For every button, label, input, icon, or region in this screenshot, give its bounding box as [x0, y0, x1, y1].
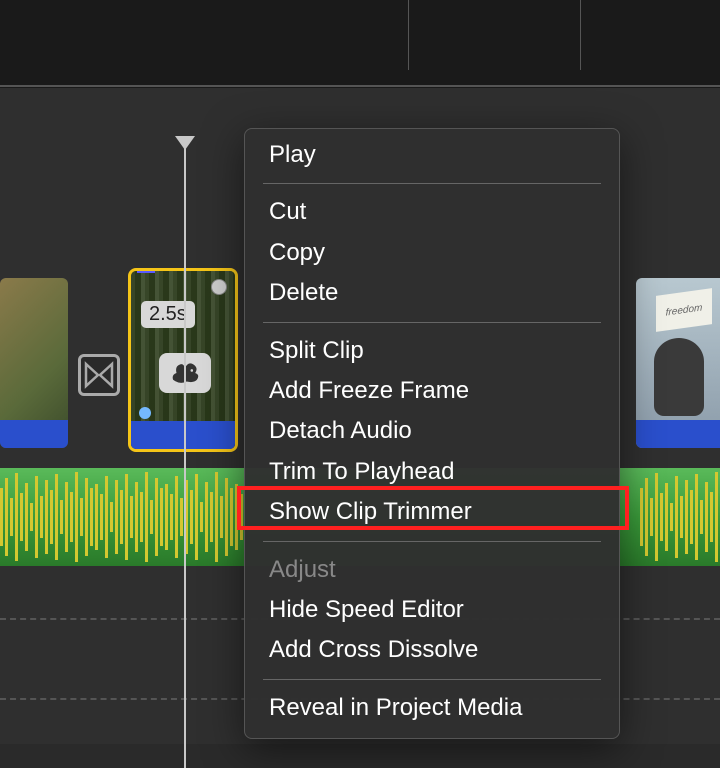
menu-item-detach-audio[interactable]: Detach Audio — [245, 411, 619, 451]
menu-item-hide-speed-editor[interactable]: Hide Speed Editor — [245, 590, 619, 630]
toolbar-divider — [580, 0, 581, 70]
clip-thumbnail — [654, 338, 704, 416]
menu-item-reveal-in-project-media[interactable]: Reveal in Project Media — [245, 688, 619, 728]
clip-speed-handle[interactable] — [211, 279, 227, 295]
context-menu: Play Cut Copy Delete Split Clip Add Free… — [244, 128, 620, 739]
playhead[interactable] — [184, 148, 186, 768]
menu-item-adjust: Adjust — [245, 550, 619, 590]
toolbar-divider — [408, 0, 409, 70]
toolbar-area — [0, 0, 720, 88]
video-clip[interactable]: freedom — [636, 278, 720, 448]
menu-separator — [263, 541, 601, 542]
clip-audio-strip — [0, 420, 68, 448]
menu-item-copy[interactable]: Copy — [245, 233, 619, 273]
clip-audio-strip — [636, 420, 720, 448]
menu-item-split-clip[interactable]: Split Clip — [245, 331, 619, 371]
menu-item-trim-to-playhead[interactable]: Trim To Playhead — [245, 452, 619, 492]
menu-separator — [263, 679, 601, 680]
menu-item-show-clip-trimmer[interactable]: Show Clip Trimmer — [245, 492, 619, 532]
toolbar-divider — [0, 85, 720, 87]
menu-separator — [263, 183, 601, 184]
menu-item-add-freeze-frame[interactable]: Add Freeze Frame — [245, 371, 619, 411]
menu-item-play[interactable]: Play — [245, 135, 619, 175]
menu-item-cut[interactable]: Cut — [245, 192, 619, 232]
clip-keyframe-dot[interactable] — [139, 407, 151, 419]
timeline[interactable]: 2.5s freedom Play Cut Copy Delete Split … — [0, 88, 720, 744]
menu-separator — [263, 322, 601, 323]
video-clip-selected[interactable]: 2.5s — [128, 268, 238, 452]
clip-thumbnail-text: freedom — [656, 288, 712, 332]
menu-item-delete[interactable]: Delete — [245, 273, 619, 313]
clip-audio-strip — [131, 421, 235, 449]
clip-duration-badge: 2.5s — [141, 301, 195, 328]
transition-icon[interactable] — [78, 354, 120, 396]
menu-item-add-cross-dissolve[interactable]: Add Cross Dissolve — [245, 630, 619, 670]
clip-marker — [137, 268, 155, 273]
video-clip[interactable] — [0, 278, 68, 448]
